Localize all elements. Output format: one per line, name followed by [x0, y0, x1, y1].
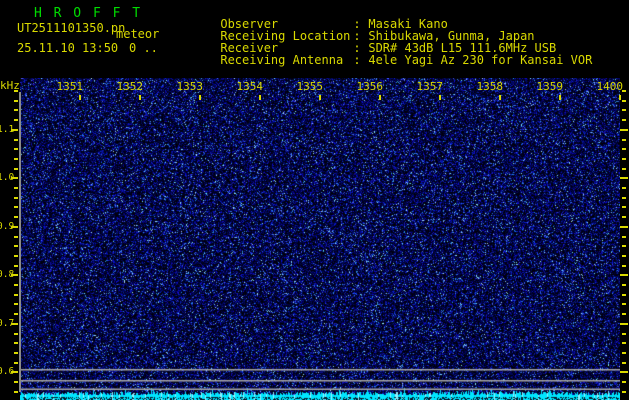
datetime-text: 25.11.10 13:50 — [17, 41, 119, 55]
y-minor-tick-left — [14, 265, 18, 267]
y-minor-tick-left — [14, 236, 18, 238]
y-tick-label: 1.1 — [0, 124, 15, 135]
y-minor-tick-left — [14, 197, 18, 199]
info-value: 4ele Yagi Az 230 for Kansai VOR — [368, 53, 593, 67]
y-minor-tick-left — [14, 333, 18, 335]
y-minor-tick-left — [14, 100, 18, 102]
y-minor-tick-left — [14, 148, 18, 150]
y-major-tick-left — [11, 323, 18, 325]
y-minor-tick-left — [14, 391, 18, 393]
y-major-tick-right — [620, 274, 628, 276]
y-minor-tick-left — [14, 139, 18, 141]
y-minor-tick-left — [14, 119, 18, 121]
info-row-location: Receiving Location: Shibukawa, Gunma, Jap… — [177, 18, 592, 42]
y-minor-tick-left — [14, 216, 18, 218]
y-major-tick-left — [11, 177, 18, 179]
y-minor-tick-left — [14, 168, 18, 170]
y-minor-tick-right — [622, 391, 626, 393]
y-major-tick-right — [620, 129, 628, 131]
y-minor-tick-right — [622, 158, 626, 160]
y-minor-tick-right — [622, 352, 626, 354]
y-minor-tick-left — [14, 109, 18, 111]
y-tick-label: 0.9 — [0, 221, 15, 232]
app-title: H R O F F T — [34, 6, 143, 21]
y-minor-tick-right — [622, 148, 626, 150]
y-minor-tick-right — [622, 362, 626, 364]
y-minor-tick-right — [622, 333, 626, 335]
y-minor-tick-right — [622, 216, 626, 218]
y-minor-tick-right — [622, 381, 626, 383]
spectrogram-noise-canvas — [20, 78, 620, 400]
y-minor-tick-left — [14, 158, 18, 160]
y-minor-tick-left — [14, 245, 18, 247]
y-minor-tick-left — [14, 294, 18, 296]
y-minor-tick-left — [14, 206, 18, 208]
y-minor-tick-left — [14, 342, 18, 344]
y-minor-tick-right — [622, 119, 626, 121]
y-minor-tick-right — [622, 100, 626, 102]
y-minor-tick-right — [622, 313, 626, 315]
y-minor-tick-right — [622, 255, 626, 257]
y-major-tick-left — [11, 371, 18, 373]
info-colon: : — [353, 53, 361, 67]
y-minor-tick-right — [622, 245, 626, 247]
echo-count-text: 0 .. — [129, 41, 158, 55]
y-major-tick-right — [620, 177, 628, 179]
info-row-antenna: Receiving Antenna:4ele Yagi Az 230 for K… — [177, 42, 592, 66]
y-minor-tick-right — [622, 187, 626, 189]
y-minor-tick-left — [14, 352, 18, 354]
y-minor-tick-left — [14, 381, 18, 383]
y-minor-tick-right — [622, 168, 626, 170]
y-major-tick-left — [11, 274, 18, 276]
y-minor-tick-right — [622, 197, 626, 199]
station-info-block: Observer: Masaki Kano Receiving Location:… — [177, 6, 592, 66]
y-major-tick-right — [620, 323, 628, 325]
y-minor-tick-right — [622, 139, 626, 141]
info-label: Receiving Antenna — [220, 53, 344, 67]
y-minor-tick-right — [622, 303, 626, 305]
y-major-tick-left — [11, 226, 18, 228]
y-minor-tick-left — [14, 313, 18, 315]
y-minor-tick-left — [14, 187, 18, 189]
y-axis-unit-label: kHz — [0, 79, 20, 92]
filename-text: UT2511101350.pn — [17, 21, 126, 35]
y-major-tick-left — [11, 129, 18, 131]
y-tick-label: 0.6 — [0, 366, 15, 377]
y-minor-tick-right — [622, 284, 626, 286]
y-minor-tick-right — [622, 265, 626, 267]
y-minor-tick-right — [622, 236, 626, 238]
y-minor-tick-left — [14, 362, 18, 364]
y-minor-tick-right — [622, 109, 626, 111]
info-row-receiver: Receiver: SDR# 43dB L15 111.6MHz USB — [177, 30, 592, 54]
y-minor-tick-left — [14, 255, 18, 257]
y-tick-label: 0.7 — [0, 318, 15, 329]
y-tick-label: 0.8 — [0, 269, 15, 280]
y-minor-tick-right — [622, 342, 626, 344]
y-major-tick-right — [620, 371, 628, 373]
y-minor-tick-left — [14, 303, 18, 305]
hrofft-screen: H R O F F T UT2511101350.pn meteor 25.11… — [0, 0, 629, 400]
y-minor-tick-left — [14, 284, 18, 286]
y-major-tick-right — [620, 226, 628, 228]
y-axis-line — [19, 92, 21, 392]
y-tick-label: 1.0 — [0, 172, 15, 183]
y-minor-tick-right — [622, 90, 626, 92]
y-minor-tick-right — [622, 294, 626, 296]
filename-overlay-text: meteor — [116, 27, 160, 41]
info-row-observer: Observer: Masaki Kano — [177, 6, 592, 30]
y-minor-tick-right — [622, 206, 626, 208]
